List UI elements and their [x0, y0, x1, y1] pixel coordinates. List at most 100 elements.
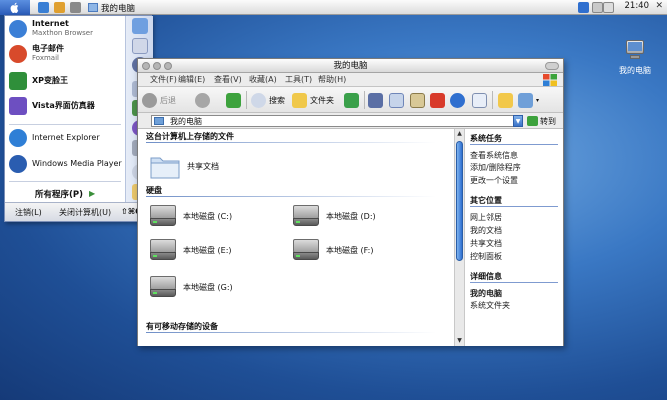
up-button[interactable]	[226, 92, 241, 108]
menu-help[interactable]: 帮助(H)	[318, 73, 346, 87]
toolbar-toggle-button[interactable]	[545, 62, 559, 70]
details-header[interactable]: 详细信息	[470, 271, 502, 282]
address-dropdown-button[interactable]: ▼	[513, 115, 523, 127]
drive-d[interactable]: 本地磁盘 (D:)	[293, 205, 376, 227]
item-title: XP变脸王	[32, 76, 69, 85]
section-removable: 有可移动存储的设备	[146, 322, 218, 331]
network-icon[interactable]	[578, 2, 589, 13]
paste-button[interactable]	[410, 92, 425, 108]
window-titlebar[interactable]: 我的电脑	[138, 59, 563, 73]
undo-button[interactable]	[450, 92, 465, 108]
go-button[interactable]: 转到	[527, 115, 556, 127]
shared-documents-item[interactable]: 共享文档	[150, 153, 219, 179]
refresh-icon	[344, 92, 359, 108]
apple-icon	[10, 2, 19, 13]
hard-drive-icon	[293, 239, 319, 261]
refresh-button[interactable]	[344, 92, 359, 108]
logout-button[interactable]: 注销(L)	[15, 207, 42, 218]
chevron-down-icon: ▾	[536, 96, 540, 104]
desktop-icon-my-computer[interactable]: 我的电脑	[612, 40, 658, 76]
address-field[interactable]: 我的电脑	[151, 115, 523, 127]
zoom-button[interactable]	[164, 62, 172, 70]
item-title: Internet	[32, 19, 69, 28]
pane-divider	[470, 206, 558, 207]
drive-g[interactable]: 本地磁盘 (G:)	[150, 276, 233, 298]
start-item-media-player[interactable]: Windows Media Player	[9, 155, 123, 173]
maxthon-icon	[9, 19, 27, 38]
explorer-icon[interactable]	[70, 2, 81, 13]
forward-button[interactable]	[195, 92, 210, 108]
mail-icon[interactable]	[54, 2, 65, 13]
folders-label: 文件夹	[310, 95, 334, 105]
menu-edit[interactable]: 编辑(E)	[178, 73, 205, 87]
all-programs-button[interactable]: 所有程序(P)	[35, 188, 83, 200]
view-button[interactable]: ▾	[518, 92, 539, 108]
active-window-tab[interactable]: 我的电脑	[88, 1, 135, 14]
properties-icon	[472, 92, 487, 108]
drive-f[interactable]: 本地磁盘 (F:)	[293, 239, 373, 261]
task-view-system-info[interactable]: 查看系统信息	[470, 150, 518, 161]
hard-drive-icon	[293, 205, 319, 227]
favorites-button[interactable]	[498, 92, 513, 108]
item-subtitle: Foxmail	[32, 54, 59, 62]
start-menu-footer: 注销(L) 关闭计算机(U) ⇧⌘Q	[5, 202, 151, 221]
menu-file[interactable]: 文件(F)	[150, 73, 177, 87]
start-item-foxmail[interactable]: 电子邮件 Foxmail	[9, 44, 123, 63]
browser-icon[interactable]	[38, 2, 49, 13]
window-menu-bar: 文件(F) 编辑(E) 查看(V) 收藏(A) 工具(T) 帮助(H)	[138, 73, 563, 87]
foxmail-icon	[9, 44, 27, 63]
apple-menu-button[interactable]	[0, 0, 30, 15]
start-item-maxthon[interactable]: Internet Maxthon Browser	[9, 19, 123, 38]
volume-icon[interactable]	[603, 2, 614, 13]
menu-view[interactable]: 查看(V)	[214, 73, 242, 87]
folders-button[interactable]: 文件夹	[292, 92, 334, 108]
clock[interactable]: 21:40	[625, 1, 650, 11]
back-button[interactable]: 后退	[142, 92, 176, 108]
menu-tools[interactable]: 工具(T)	[285, 73, 312, 87]
scrollbar-thumb[interactable]	[456, 141, 463, 261]
close-button[interactable]	[142, 62, 150, 70]
start-item-vista-emulator[interactable]: Vista界面仿真器	[9, 97, 123, 115]
address-value: 我的电脑	[170, 117, 202, 126]
minimize-button[interactable]	[153, 62, 161, 70]
menu-favorites[interactable]: 收藏(A)	[249, 73, 277, 87]
close-icon[interactable]: ✕	[655, 1, 663, 11]
place-shared-documents[interactable]: 共享文档	[470, 238, 502, 249]
place-control-panel[interactable]: 控制面板	[470, 251, 502, 262]
start-item-ie[interactable]: Internet Explorer	[9, 129, 123, 147]
place-network[interactable]: 网上邻居	[470, 212, 502, 223]
drive-e[interactable]: 本地磁盘 (E:)	[150, 239, 232, 261]
scroll-down-icon[interactable]: ▼	[456, 337, 463, 345]
drive-c[interactable]: 本地磁盘 (C:)	[150, 205, 232, 227]
delete-button[interactable]	[430, 92, 445, 108]
hard-drive-icon	[150, 276, 176, 298]
media-player-icon	[9, 155, 27, 173]
magnifier-icon	[251, 92, 266, 108]
scroll-up-icon[interactable]: ▲	[456, 130, 463, 138]
other-places-header[interactable]: 其它位置	[470, 195, 502, 206]
pane-divider	[470, 282, 558, 283]
cut-button[interactable]	[368, 92, 383, 108]
documents-icon[interactable]	[132, 38, 148, 54]
finder-icon[interactable]	[132, 18, 148, 34]
explorer-window: 我的电脑 文件(F) 编辑(E) 查看(V) 收藏(A) 工具(T) 帮助(H)…	[137, 58, 564, 346]
task-change-setting[interactable]: 更改一个设置	[470, 175, 518, 186]
bluetooth-icon[interactable]	[592, 2, 603, 13]
vertical-scrollbar[interactable]: ▲ ▼	[454, 129, 464, 346]
shared-folder-icon	[150, 157, 180, 179]
place-my-documents[interactable]: 我的文档	[470, 225, 502, 236]
up-folder-icon	[226, 92, 241, 108]
search-label: 搜索	[269, 95, 285, 105]
start-item-xp-changer[interactable]: XP变脸王	[9, 72, 123, 90]
start-menu-programs: Internet Maxthon Browser 电子邮件 Foxmail XP…	[5, 16, 125, 204]
properties-button[interactable]	[472, 92, 487, 108]
shutdown-button[interactable]: 关闭计算机(U)	[59, 207, 111, 218]
copy-button[interactable]	[389, 92, 404, 108]
system-tasks-header[interactable]: 系统任务	[470, 133, 502, 144]
ie-icon	[9, 129, 27, 147]
copy-icon	[389, 92, 404, 108]
section-divider	[146, 332, 436, 333]
paste-icon	[410, 92, 425, 108]
search-button[interactable]: 搜索	[251, 92, 285, 108]
task-add-remove-programs[interactable]: 添加/删除程序	[470, 162, 521, 173]
